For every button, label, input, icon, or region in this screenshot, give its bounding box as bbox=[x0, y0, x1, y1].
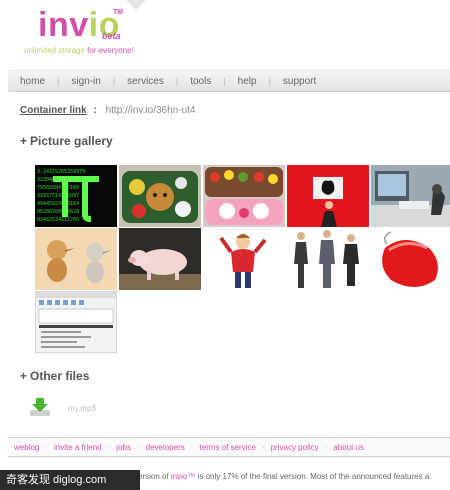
footer-jobs[interactable]: jobs bbox=[110, 443, 137, 452]
footer-about[interactable]: about us bbox=[327, 443, 370, 452]
svg-text:3.14159265358979: 3.14159265358979 bbox=[37, 169, 85, 175]
nav-home[interactable]: home bbox=[8, 76, 57, 87]
container-link-label[interactable]: Container link bbox=[20, 105, 87, 116]
nav-support[interactable]: support bbox=[271, 76, 328, 87]
container-link-row: Container link : http://inv.io/36hn-ut4 bbox=[20, 105, 196, 116]
thumb-red-mouse[interactable] bbox=[371, 228, 450, 290]
expand-plus-icon: + bbox=[20, 369, 28, 383]
logo-beta: beta bbox=[102, 31, 121, 41]
download-icon bbox=[30, 398, 50, 416]
footer-terms[interactable]: terms of service bbox=[193, 443, 261, 452]
beta-note: ersion of invio™ is only 17% of the fina… bbox=[138, 472, 430, 481]
other-files-heading[interactable]: + Other files bbox=[20, 369, 89, 383]
nav-services[interactable]: services bbox=[115, 76, 176, 87]
logo-trademark: TM bbox=[113, 9, 124, 16]
thumb-apple-figure[interactable] bbox=[287, 165, 369, 227]
thumb-piglet[interactable] bbox=[119, 228, 201, 290]
tagline: unlimited storage for everyone! bbox=[24, 46, 134, 55]
thumb-cartoon-birds[interactable] bbox=[35, 228, 117, 290]
footer-privacy[interactable]: privacy policy bbox=[265, 443, 325, 452]
svg-text:03482534211706: 03482534211706 bbox=[37, 217, 79, 223]
nav-sign-in[interactable]: sign-in bbox=[59, 76, 112, 87]
main-nav: home | sign-in | services | tools | help… bbox=[8, 70, 450, 92]
footer-links: weblog · invite a friend · jobs · developer… bbox=[8, 437, 450, 457]
svg-text:49445923078164: 49445923078164 bbox=[37, 201, 79, 207]
svg-text:06286208998628: 06286208998628 bbox=[37, 209, 79, 215]
thumb-software-screenshot[interactable] bbox=[35, 291, 117, 353]
watermark: 奇客发现 diglog.com bbox=[0, 470, 140, 490]
picture-gallery-heading[interactable]: + Picture gallery bbox=[20, 134, 113, 148]
container-url[interactable]: http://inv.io/36hn-ut4 bbox=[106, 105, 196, 116]
footer-invite-friend[interactable]: invite a friend bbox=[48, 443, 108, 452]
file-item[interactable]: my.mp3 bbox=[28, 396, 228, 420]
svg-text:79502884197169: 79502884197169 bbox=[37, 185, 79, 191]
site-header: invio TM beta unlimited storage for ever… bbox=[0, 0, 450, 70]
nav-tools[interactable]: tools bbox=[178, 76, 223, 87]
footer-weblog[interactable]: weblog bbox=[8, 443, 45, 452]
file-name[interactable]: my.mp3 bbox=[68, 404, 96, 413]
header-fold bbox=[126, 0, 146, 10]
thumb-cartoon-man[interactable] bbox=[203, 228, 285, 290]
svg-text:39937510582097: 39937510582097 bbox=[37, 193, 79, 199]
thumb-pi-image[interactable]: 3.14159265358979 32384626433832 795028841… bbox=[35, 165, 117, 227]
thumb-office-desk[interactable] bbox=[371, 165, 450, 227]
thumb-business-people[interactable] bbox=[287, 228, 369, 290]
expand-plus-icon: + bbox=[20, 134, 28, 148]
footer-developers[interactable]: developers bbox=[140, 443, 191, 452]
thumb-bento-pink[interactable] bbox=[203, 165, 285, 227]
nav-help[interactable]: help bbox=[226, 76, 269, 87]
thumb-bento-box[interactable] bbox=[119, 165, 201, 227]
